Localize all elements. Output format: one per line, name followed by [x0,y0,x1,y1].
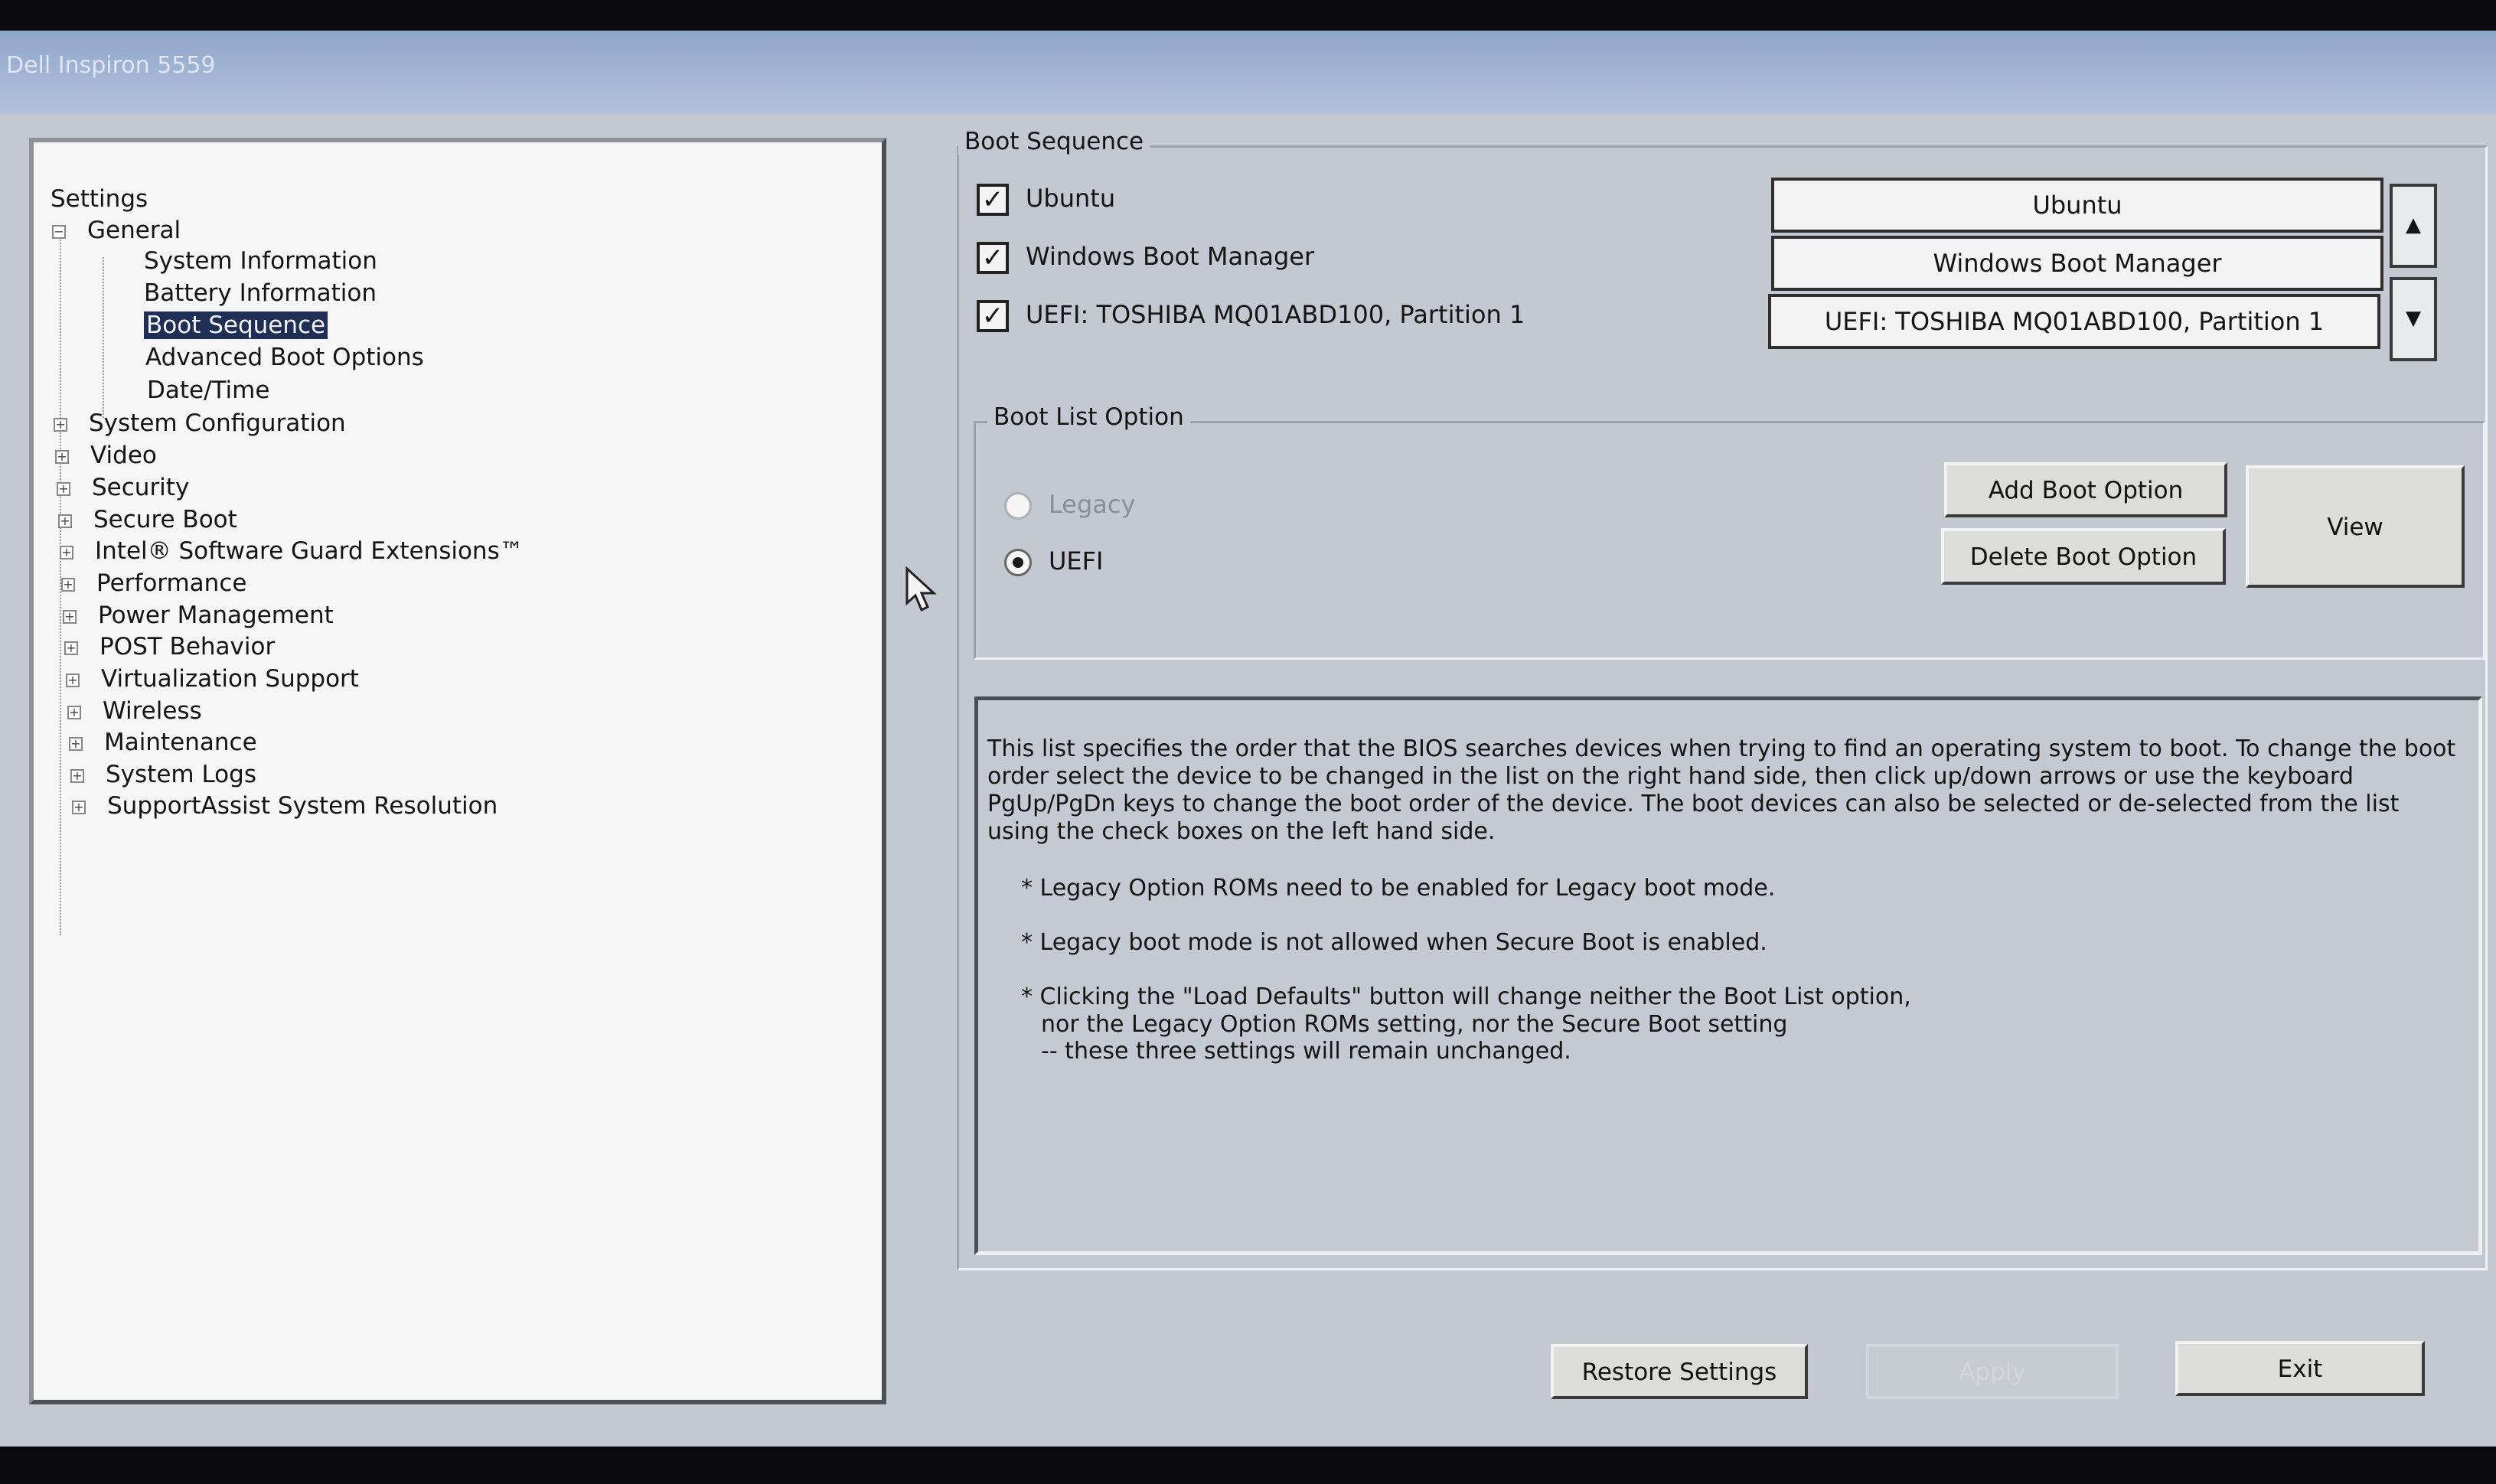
mouse-pointer-icon [905,566,937,612]
tree-item-boot-sequence[interactable]: Boot Sequence [144,311,328,340]
title-bar: Dell Inspiron 5559 [0,31,2496,115]
exit-button[interactable]: Exit [2175,1341,2425,1396]
tree-item-system-logs[interactable]: + System Logs [70,760,256,789]
view-button[interactable]: View [2246,465,2465,588]
expand-icon[interactable]: + [63,609,77,624]
move-down-button[interactable]: ▼ [2390,277,2437,361]
tree-root-settings: Settings [51,185,148,213]
arrow-down-icon: ▼ [2406,307,2421,330]
tree-item-battery-information[interactable]: Battery Information [144,279,377,308]
expand-icon[interactable]: + [60,545,73,559]
radio-uefi[interactable]: UEFI [1004,546,1103,576]
expand-icon[interactable]: + [66,673,80,687]
boot-order-item-2[interactable]: Windows Boot Manager [1771,236,2383,291]
boot-list-option-legend: Boot List Option [987,403,1190,431]
tree-item-supportassist[interactable]: + SupportAssist System Resolution [72,791,498,820]
boot-order-item-1[interactable]: Ubuntu [1771,178,2383,233]
tree-item-power-management[interactable]: + Power Management [63,601,334,630]
radio-selected-icon[interactable] [1004,549,1032,576]
add-boot-option-button[interactable]: Add Boot Option [1944,462,2227,517]
tree-item-secure-boot[interactable]: + Secure Boot [58,505,237,534]
expand-icon[interactable]: + [64,641,78,655]
tree-item-video[interactable]: + Video [55,441,157,470]
tree-item-date-time[interactable]: Date/Time [147,376,269,405]
expand-icon[interactable]: + [61,577,75,592]
boot-item-uefi-toshiba[interactable]: ✓ UEFI: TOSHIBA MQ01ABD100, Partition 1 [977,300,1525,332]
restore-settings-button[interactable]: Restore Settings [1551,1344,1808,1399]
expand-icon[interactable]: + [72,800,86,814]
tree-item-virtualization-support[interactable]: + Virtualization Support [66,664,359,693]
tree-item-system-information[interactable]: System Information [144,246,377,276]
checkbox-checked-icon[interactable]: ✓ [977,300,1009,332]
tree-item-system-configuration[interactable]: + System Configuration [54,409,346,438]
radio-legacy[interactable]: Legacy [1004,490,1135,520]
move-up-button[interactable]: ▲ [2390,184,2437,268]
note-load-defaults-1: * Clicking the "Load Defaults" button wi… [1021,983,1911,1010]
checkbox-checked-icon[interactable]: ✓ [977,184,1009,216]
tree-item-performance[interactable]: + Performance [61,569,246,598]
apply-button[interactable]: Apply [1866,1344,2119,1399]
tree-item-maintenance[interactable]: + Maintenance [69,728,257,757]
checkbox-checked-icon[interactable]: ✓ [977,242,1009,274]
description-paragraph: This list specifies the order that the B… [987,735,2456,845]
bios-screen: Dell Inspiron 5559 Settings − General Sys… [0,31,2496,1446]
tree-item-general[interactable]: − General [52,216,181,245]
expand-icon[interactable]: + [55,449,69,464]
settings-tree[interactable]: Settings − General System Information Bat… [29,138,886,1404]
boot-order-item-3[interactable]: UEFI: TOSHIBA MQ01ABD100, Partition 1 [1768,294,2380,349]
expand-icon[interactable]: + [54,417,67,432]
note-secure-boot: * Legacy boot mode is not allowed when S… [1021,929,1767,956]
boot-sequence-legend: Boot Sequence [958,128,1150,155]
tree-item-security[interactable]: + Security [57,473,189,502]
expand-icon[interactable]: + [67,705,81,719]
description-panel: This list specifies the order that the B… [974,696,2482,1255]
expand-icon[interactable]: + [69,736,83,751]
window-title: Dell Inspiron 5559 [6,52,216,79]
note-load-defaults-2: nor the Legacy Option ROMs setting, nor … [1041,1011,1788,1038]
expand-icon[interactable]: + [58,514,72,528]
tree-item-post-behavior[interactable]: + POST Behavior [64,632,275,661]
expand-icon[interactable]: + [57,481,70,496]
radio-unselected-icon[interactable] [1004,492,1032,520]
tree-guide-line [103,257,104,418]
tree-item-advanced-boot-options[interactable]: Advanced Boot Options [145,343,424,372]
note-load-defaults-3: -- these three settings will remain unch… [1041,1038,1571,1065]
tree-item-intel-sgx[interactable]: + Intel® Software Guard Extensions™ [60,537,524,566]
note-legacy-option-roms: * Legacy Option ROMs need to be enabled … [1021,875,1776,902]
arrow-up-icon: ▲ [2406,214,2421,236]
tree-item-wireless[interactable]: + Wireless [67,696,202,726]
boot-item-ubuntu[interactable]: ✓ Ubuntu [977,184,1115,216]
delete-boot-option-button[interactable]: Delete Boot Option [1941,528,2226,585]
expand-icon[interactable]: + [70,768,84,783]
boot-item-windows-boot-manager[interactable]: ✓ Windows Boot Manager [977,242,1314,274]
collapse-icon[interactable]: − [52,224,66,239]
